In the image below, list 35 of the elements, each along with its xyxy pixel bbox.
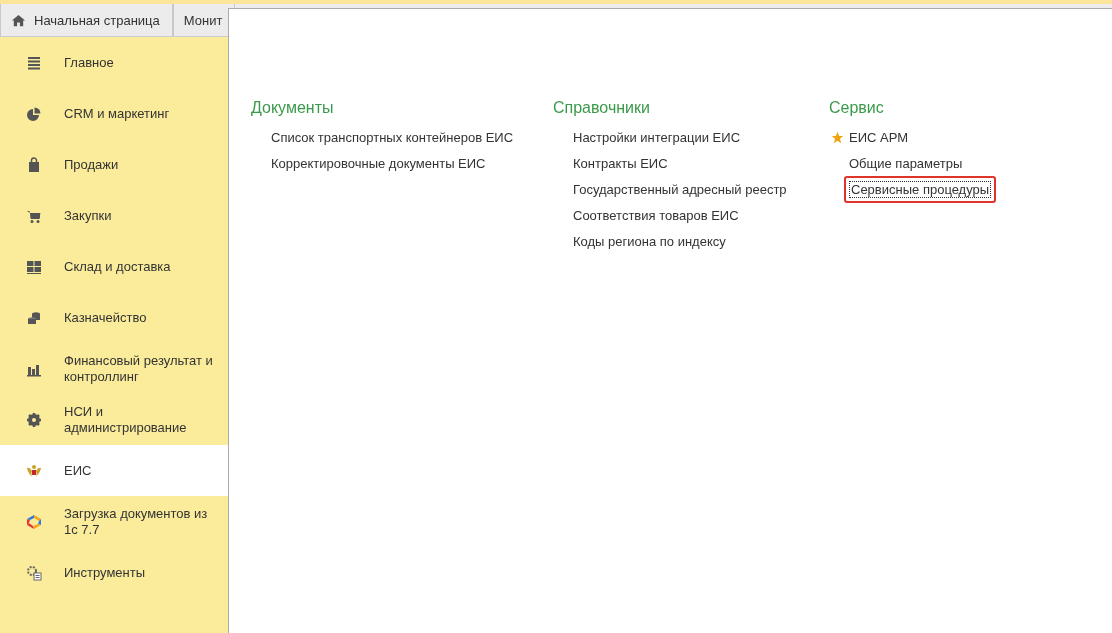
menu-icon bbox=[26, 54, 42, 71]
menu-link[interactable]: Список транспортных контейнеров ЕИС bbox=[269, 128, 516, 146]
sidebar-item[interactable]: Финансовый результат и контроллинг bbox=[0, 343, 228, 394]
sidebar-item[interactable]: Загрузка документов из 1с 7.7 bbox=[0, 496, 228, 547]
menu-link[interactable]: Государственный адресный реестр bbox=[571, 180, 789, 198]
menu-link[interactable]: Коды региона по индексу bbox=[571, 232, 728, 250]
menu-link[interactable]: Соответствия товаров ЕИС bbox=[571, 206, 741, 224]
sidebar-item[interactable]: Продажи bbox=[0, 139, 228, 190]
sidebar-item[interactable]: Главное bbox=[0, 37, 228, 88]
tab[interactable]: Начальная страница bbox=[0, 4, 173, 36]
coins-icon bbox=[26, 309, 42, 326]
menu-link[interactable]: Корректировочные документы ЕИС bbox=[269, 154, 488, 172]
sidebar-item[interactable]: Закупки bbox=[0, 190, 228, 241]
sidebar-item[interactable]: Инструменты bbox=[0, 547, 228, 598]
sidebar-item[interactable]: Склад и доставка bbox=[0, 241, 228, 292]
shopping-bag-icon bbox=[26, 156, 42, 173]
section-heading: Документы bbox=[251, 99, 335, 117]
section-heading: Сервис bbox=[829, 99, 885, 117]
menu-link[interactable]: Настройки интеграции ЕИС bbox=[571, 128, 743, 146]
section-heading: Справочники bbox=[553, 99, 651, 117]
gear-document-icon bbox=[26, 564, 42, 581]
sidebar-item[interactable]: НСИ и администрирование bbox=[0, 394, 228, 445]
menu-link[interactable]: ЕИС АРМ bbox=[847, 128, 911, 146]
menu-link[interactable]: Сервисные процедуры bbox=[849, 180, 992, 198]
menu-link[interactable]: Контракты ЕИС bbox=[571, 154, 670, 172]
menu-link[interactable]: Общие параметры bbox=[847, 154, 965, 172]
home-icon bbox=[11, 12, 26, 28]
sidebar-item[interactable]: Казначейство bbox=[0, 292, 228, 343]
pie-chart-icon bbox=[26, 105, 42, 122]
settings-icon bbox=[26, 411, 42, 428]
grid-icon bbox=[26, 258, 42, 275]
eagle-emblem-icon bbox=[26, 462, 42, 479]
colorful-logo-icon bbox=[26, 513, 42, 530]
sidebar-item[interactable]: ЕИС bbox=[0, 445, 228, 496]
sidebar-item[interactable]: CRM и маркетинг bbox=[0, 88, 228, 139]
